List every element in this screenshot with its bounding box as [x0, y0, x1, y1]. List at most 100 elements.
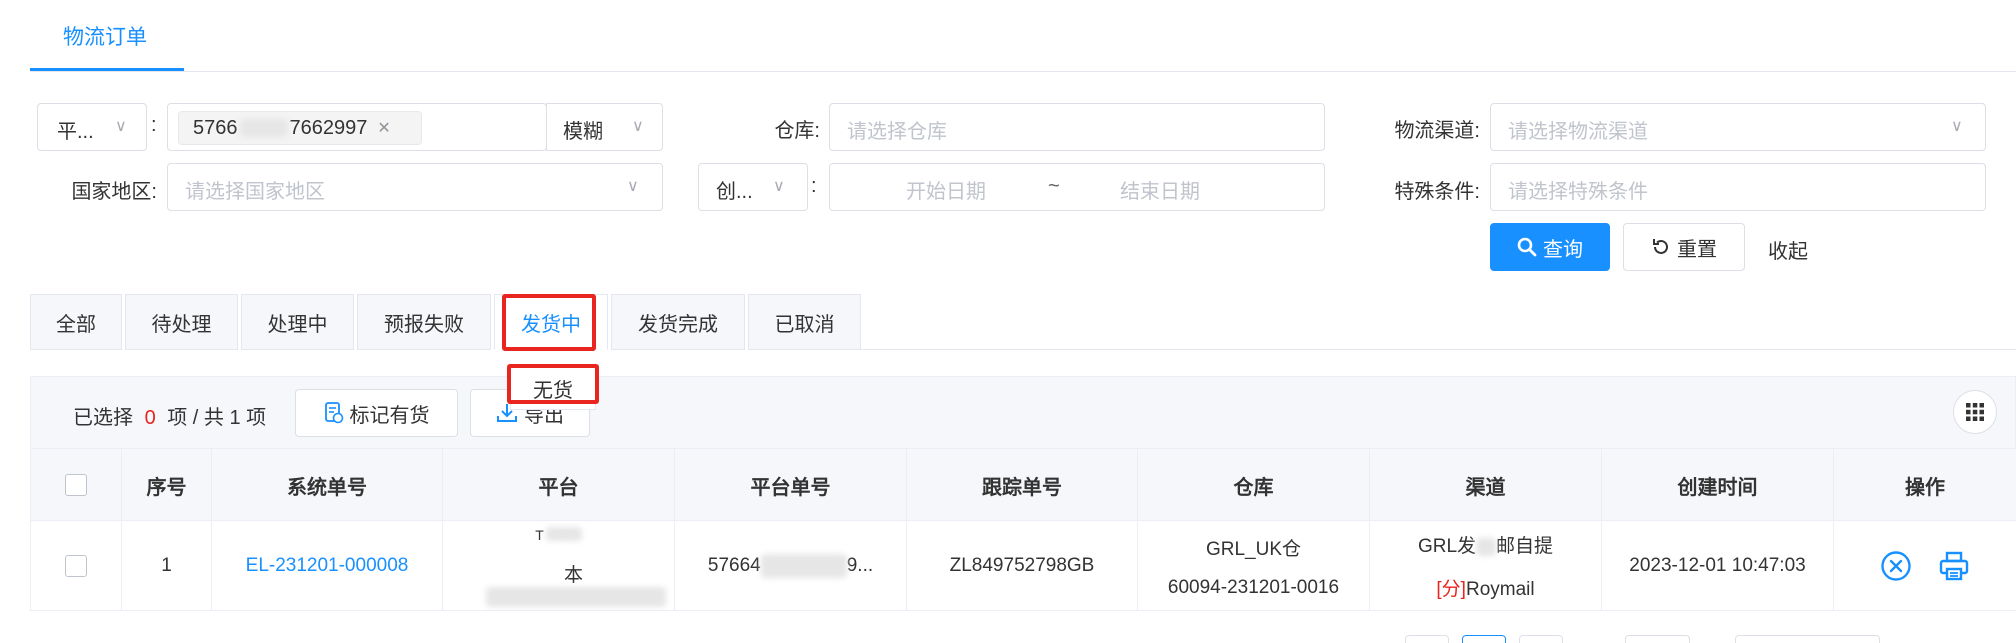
search-icon [1517, 237, 1537, 257]
print-icon[interactable] [1938, 550, 1970, 582]
date-range-picker[interactable]: 开始日期 ~ 结束日期 [829, 163, 1325, 211]
select-all-checkbox[interactable] [64, 474, 87, 496]
special-condition-select[interactable]: 请选择特殊条件 [1490, 163, 1986, 211]
header-label: 操作 [1905, 476, 1945, 499]
header-label: 系统单号 [287, 476, 367, 499]
system-no-link[interactable]: EL-231201-000008 [246, 555, 409, 577]
reset-button-label: 重置 [1677, 238, 1717, 261]
tab-logistics-orders[interactable]: 物流订单 [30, 0, 180, 72]
row-select-cell [30, 521, 122, 611]
platform-select[interactable]: 平... ∨ [37, 103, 147, 151]
channel-name-a: GRL发 [1417, 536, 1477, 557]
channel-line2: [分]Roymail [1436, 574, 1534, 601]
header-channel: 渠道 [1370, 449, 1602, 521]
status-tab-label: 待处理 [151, 313, 212, 336]
date-range-separator: ~ [1048, 175, 1060, 197]
header-label: 序号 [146, 476, 187, 499]
pagination-page-size[interactable] [1625, 635, 1690, 643]
start-date-input[interactable]: 开始日期 [906, 175, 986, 204]
status-tab-label: 预报失败 [384, 313, 464, 336]
status-tab-forecast-failed[interactable]: 预报失败 [357, 294, 491, 350]
channel-name-b: 邮自提 [1496, 536, 1554, 557]
header-index: 序号 [122, 449, 212, 521]
channel-select[interactable]: 请选择物流渠道 ∨ [1490, 103, 1986, 151]
close-icon[interactable]: ✕ [377, 118, 390, 138]
date-type-value: 创... [716, 181, 753, 203]
selection-prefix: 已选择 [73, 407, 133, 429]
special-condition-label: 特殊条件: [1394, 181, 1480, 203]
pagination-prev[interactable] [1405, 635, 1449, 643]
header-warehouse: 仓库 [1138, 449, 1370, 521]
chevron-down-icon: ∨ [1951, 118, 1963, 135]
header-created-at: 创建时间 [1602, 449, 1834, 521]
status-tab-shipped[interactable]: 发货完成 [611, 294, 745, 350]
header-actions: 操作 [1834, 449, 2016, 521]
masked-text [485, 587, 666, 608]
date-type-select[interactable]: 创... ∨ [698, 163, 808, 211]
tab-logistics-orders-label: 物流订单 [63, 26, 147, 49]
platform-line1: T [535, 524, 582, 546]
mark-in-stock-button[interactable]: 标记有货 [295, 389, 458, 437]
cancel-circle-icon[interactable] [1880, 550, 1912, 582]
row-actions [1834, 521, 2016, 611]
status-tab-label: 全部 [56, 313, 96, 336]
header-select-all [30, 449, 122, 521]
chevron-down-icon: ∨ [773, 178, 785, 195]
status-tab-all[interactable]: 全部 [30, 294, 122, 350]
country-select[interactable]: 请选择国家地区 ∨ [167, 163, 663, 211]
status-tab-label: 处理中 [267, 313, 328, 336]
header-label: 平台 [538, 476, 579, 499]
order-number-tag: 5766 7662997 ✕ [178, 111, 422, 145]
highlight-no-stock [507, 364, 599, 404]
search-button-label: 查询 [1543, 238, 1583, 261]
header-label: 创建时间 [1677, 476, 1758, 499]
selection-summary: 已选择 0 项 / 共 1 项 [73, 401, 266, 430]
match-mode-select[interactable]: 模糊 ∨ [546, 103, 663, 151]
header-tracking-no: 跟踪单号 [907, 449, 1138, 521]
header-label: 跟踪单号 [982, 476, 1062, 499]
colon-separator: : [151, 114, 157, 136]
document-check-icon [324, 402, 343, 424]
platform-no-text: 57664 [707, 555, 761, 576]
header-label: 渠道 [1465, 476, 1506, 499]
channel-label: 物流渠道: [1394, 120, 1480, 142]
pagination-next[interactable] [1519, 635, 1563, 643]
status-tab-processing[interactable]: 处理中 [241, 294, 354, 350]
row-warehouse: GRL_UK仓 60094-231201-0016 [1138, 521, 1370, 611]
row-index: 1 [122, 521, 212, 611]
warehouse-select[interactable]: 请选择仓库 [829, 103, 1325, 151]
row-created-at: 2023-12-01 10:47:03 [1602, 521, 1834, 611]
row-checkbox[interactable] [64, 555, 87, 577]
platform-line2: 本 [473, 560, 674, 609]
status-tab-cancelled[interactable]: 已取消 [748, 294, 861, 350]
row-tracking-no: ZL849752798GB [907, 521, 1138, 611]
warehouse-label: 仓库: [774, 120, 820, 142]
special-condition-placeholder: 请选择特殊条件 [1508, 181, 1648, 203]
warehouse-placeholder: 请选择仓库 [847, 121, 947, 143]
header-platform-no: 平台单号 [675, 449, 907, 521]
header-system-no: 系统单号 [212, 449, 443, 521]
channel-line1: GRL发 邮自提 [1418, 531, 1553, 558]
pagination-page-current[interactable] [1462, 635, 1506, 643]
search-button[interactable]: 查询 [1490, 223, 1610, 271]
row-platform: T 本 [443, 521, 675, 611]
platform-line1-text: T [535, 526, 544, 543]
selection-suffix: 项 / 共 1 项 [167, 407, 267, 429]
masked-text [760, 554, 847, 578]
match-mode-value: 模糊 [563, 121, 603, 143]
order-tag-suffix: 7662997 [289, 116, 368, 139]
mark-in-stock-label: 标记有货 [349, 404, 430, 427]
reset-button[interactable]: 重置 [1623, 223, 1745, 271]
end-date-input[interactable]: 结束日期 [1120, 175, 1200, 204]
row-index-value: 1 [161, 555, 172, 576]
status-tab-pending[interactable]: 待处理 [125, 294, 238, 350]
chevron-down-icon: ∨ [627, 178, 639, 195]
column-settings-button[interactable] [1953, 390, 1997, 434]
pagination-jumper[interactable] [1735, 635, 1880, 643]
order-number-input[interactable]: 5766 7662997 ✕ [167, 103, 547, 151]
row-platform-no: 57664 9... [675, 521, 907, 611]
channel-placeholder: 请选择物流渠道 [1508, 121, 1648, 143]
warehouse-code: 60094-231201-0016 [1167, 576, 1340, 598]
collapse-link[interactable]: 收起 [1768, 235, 1808, 264]
row-channel: GRL发 邮自提 [分]Roymail [1370, 521, 1602, 611]
